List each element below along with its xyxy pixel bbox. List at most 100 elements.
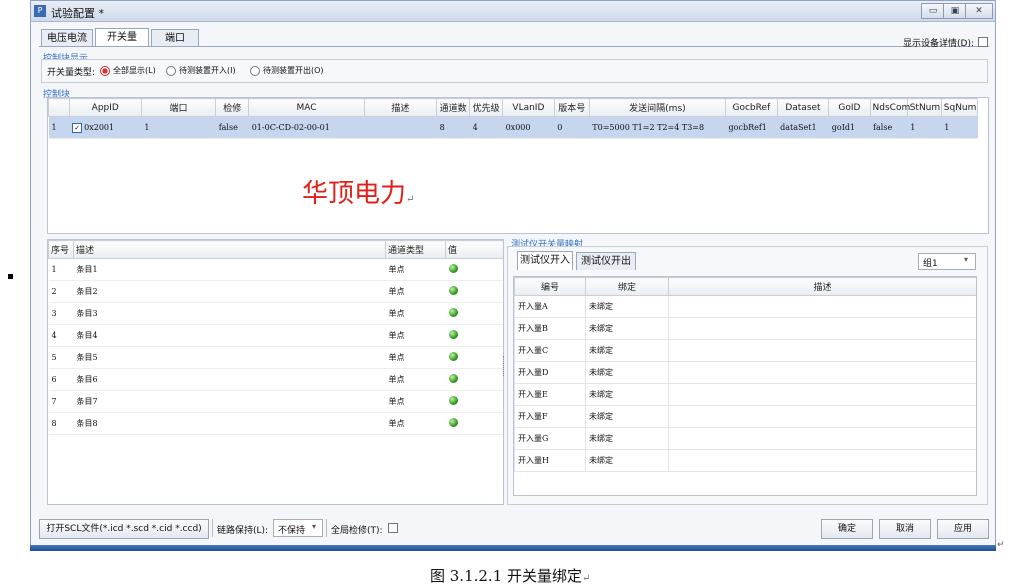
tab-switch[interactable]: 开关量 <box>95 28 149 47</box>
table-row[interactable]: 8 条目8 单点 <box>48 412 503 435</box>
table-row[interactable]: 开入量A 未绑定 <box>514 295 976 318</box>
group-select[interactable]: 组1 ▾ <box>918 253 976 270</box>
col-header-goid[interactable]: GoID <box>828 98 871 117</box>
status-led-icon <box>448 264 458 273</box>
no-cell: 7 <box>48 390 74 413</box>
tab-tester-input[interactable]: 测试仪开入 <box>517 251 573 270</box>
radio-device-output[interactable] <box>250 66 260 76</box>
mapping-table-frame: 编号 绑定 描述 开入量A 未绑定 开入量B 未绑定 开入量C 未绑定 开入量D 未绑定… <box>513 276 977 496</box>
vlan-cell: 0x000 <box>502 116 555 139</box>
col-header-desc[interactable]: 描述 <box>363 98 438 117</box>
status-led-icon <box>448 396 458 405</box>
col-header-gocbref[interactable]: GocbRef <box>725 98 778 117</box>
maximize-button[interactable]: ▣ <box>943 3 967 19</box>
col-header-select[interactable] <box>48 98 70 117</box>
table-row[interactable]: 7 条目7 单点 <box>48 390 503 413</box>
footer-divider-1 <box>212 519 213 537</box>
ok-button[interactable]: 确定 <box>821 519 873 539</box>
no-cell: 8 <box>48 412 74 435</box>
tab-voltage-current[interactable]: 电压电流 <box>41 29 93 47</box>
table-row[interactable]: 2 条目2 单点 <box>48 280 503 303</box>
table-row[interactable]: 开入量B 未绑定 <box>514 317 976 340</box>
col-header-stnum[interactable]: StNum <box>906 98 942 117</box>
radio-device-output-label: 待测装置开出(O) <box>263 66 324 75</box>
tab-tester-output[interactable]: 测试仪开出 <box>576 252 636 270</box>
table-row[interactable]: 1 条目1 单点 <box>48 258 503 281</box>
bind-cell[interactable]: 未绑定 <box>585 449 669 472</box>
status-led-icon <box>448 286 458 295</box>
col-header-port[interactable]: 端口 <box>140 98 217 117</box>
apply-button[interactable]: 应用 <box>937 519 989 539</box>
col-header-channels[interactable]: 通道数 <box>436 98 471 117</box>
col-header-interval[interactable]: 发送间隔(ms) <box>588 98 727 117</box>
table-row[interactable]: 开入量D 未绑定 <box>514 361 976 384</box>
appid-cell[interactable]: ✓ 0x2001 <box>69 116 142 139</box>
version-cell: 0 <box>554 116 590 139</box>
bind-cell[interactable]: 未绑定 <box>585 317 669 340</box>
minimize-button[interactable]: ▭ <box>921 3 945 19</box>
control-block-table-frame: AppID 端口 检修 MAC 描述 通道数 优先级 VLanID 版本号 发送… <box>47 97 989 234</box>
table-row[interactable]: 开入量F 未绑定 <box>514 405 976 428</box>
link-hold-select[interactable]: 不保持 ▾ <box>273 519 323 537</box>
desc-cell: 条目2 <box>73 280 386 303</box>
radio-show-all[interactable] <box>100 66 110 76</box>
app-icon: P <box>34 5 46 17</box>
link-hold-value: 不保持 <box>278 526 306 536</box>
col-header-priority[interactable]: 优先级 <box>469 98 504 117</box>
value-cell <box>445 346 503 369</box>
link-hold-label: 链路保持(L): <box>217 526 269 536</box>
bind-cell[interactable]: 未绑定 <box>585 405 669 428</box>
value-cell <box>445 258 503 281</box>
appid-value: 0x2001 <box>84 122 115 132</box>
table-row[interactable]: 开入量C 未绑定 <box>514 339 976 362</box>
col-header-vlan[interactable]: VLanID <box>502 98 555 117</box>
test-cell: false <box>215 116 249 139</box>
table-row[interactable]: 开入量H 未绑定 <box>514 449 976 472</box>
global-test-checkbox[interactable] <box>388 523 398 533</box>
bind-cell[interactable]: 未绑定 <box>585 295 669 318</box>
desc-cell: 条目5 <box>73 346 386 369</box>
col-header-value[interactable]: 值 <box>445 240 503 259</box>
col-header-description[interactable]: 描述 <box>73 240 386 259</box>
id-cell: 开入量H <box>514 449 586 472</box>
open-scl-button[interactable]: 打开SCL文件(*.icd *.scd *.cid *.ccd) <box>39 519 209 539</box>
col-header-mac[interactable]: MAC <box>248 98 365 117</box>
table-row[interactable]: 开入量E 未绑定 <box>514 383 976 406</box>
device-detail-checkbox[interactable] <box>978 37 988 47</box>
id-cell: 开入量A <box>514 295 586 318</box>
bind-cell[interactable]: 未绑定 <box>585 383 669 406</box>
status-led-icon <box>448 308 458 317</box>
col-header-id[interactable]: 编号 <box>514 277 586 296</box>
cancel-button[interactable]: 取消 <box>879 519 931 539</box>
close-button[interactable]: ✕ <box>965 3 993 19</box>
table-row[interactable]: 6 条目6 单点 <box>48 368 503 391</box>
col-header-no[interactable]: 序号 <box>48 240 74 259</box>
table-row[interactable]: 3 条目3 单点 <box>48 302 503 325</box>
col-header-sqnum[interactable]: SqNum <box>940 98 979 117</box>
priority-cell: 4 <box>469 116 503 139</box>
table-row[interactable]: 1 ✓ 0x2001 1 false 01-0C-CD-02-00-01 8 4 … <box>48 116 978 139</box>
type-cell: 单点 <box>385 280 446 303</box>
col-header-test[interactable]: 检修 <box>215 98 250 117</box>
watermark-label: 华顶电力 <box>302 179 407 209</box>
radio-device-input[interactable] <box>166 66 176 76</box>
table-row[interactable]: 5 条目5 单点 <box>48 346 503 369</box>
col-header-version[interactable]: 版本号 <box>553 98 590 117</box>
col-header-appid[interactable]: AppID <box>68 98 142 117</box>
tab-strip-line <box>39 46 989 47</box>
tab-port[interactable]: 端口 <box>151 29 199 47</box>
no-cell: 5 <box>48 346 74 369</box>
table-row[interactable]: 4 条目4 单点 <box>48 324 503 347</box>
col-header-ndscom[interactable]: NdsCom <box>869 98 910 117</box>
bind-cell[interactable]: 未绑定 <box>585 339 669 362</box>
bind-cell[interactable]: 未绑定 <box>585 361 669 384</box>
table-row[interactable]: 开入量G 未绑定 <box>514 427 976 450</box>
row-checkbox[interactable]: ✓ <box>72 122 83 133</box>
col-header-dataset[interactable]: Dataset <box>776 98 830 117</box>
col-header-channel-type[interactable]: 通道类型 <box>385 240 446 259</box>
col-header-mapping-desc[interactable]: 描述 <box>668 277 976 296</box>
bind-cell[interactable]: 未绑定 <box>585 427 669 450</box>
desc-cell <box>668 317 976 340</box>
col-header-bind[interactable]: 绑定 <box>585 277 669 296</box>
global-test-label: 全局检修(T): <box>331 526 383 536</box>
